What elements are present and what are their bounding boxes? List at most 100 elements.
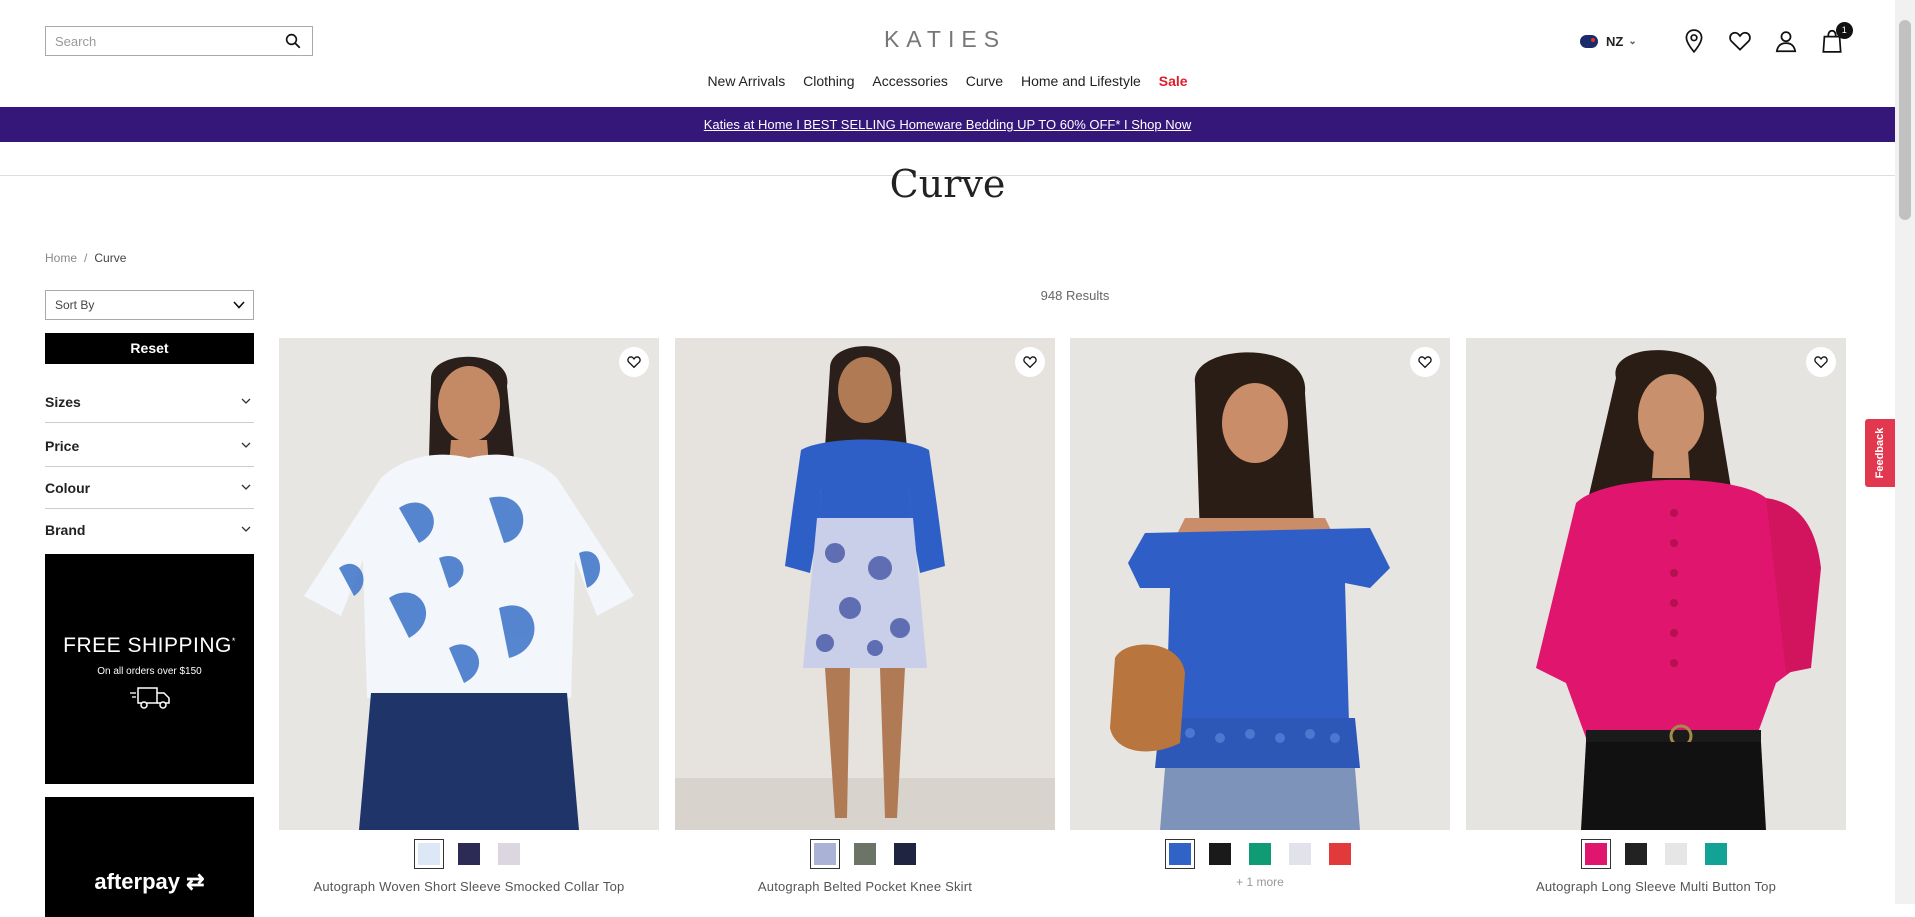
feedback-tab[interactable]: Feedback bbox=[1865, 419, 1895, 487]
afterpay-text: afterpay bbox=[94, 869, 181, 894]
swatch[interactable] bbox=[1245, 839, 1275, 869]
swatch[interactable] bbox=[810, 839, 840, 869]
search-icon[interactable] bbox=[284, 32, 302, 50]
breadcrumb-separator: / bbox=[84, 251, 88, 265]
swatch[interactable] bbox=[1581, 839, 1611, 869]
scrollbar-thumb[interactable] bbox=[1899, 20, 1911, 220]
swatch[interactable] bbox=[1701, 839, 1731, 869]
swatch[interactable] bbox=[890, 839, 920, 869]
header-actions: NZ ⌄ 1 bbox=[1580, 22, 1853, 58]
swatch-colour bbox=[1249, 843, 1271, 865]
colour-swatches bbox=[279, 839, 659, 869]
page-title: Curve bbox=[889, 162, 1006, 206]
swatch-colour bbox=[458, 843, 480, 865]
filter-label: Sizes bbox=[45, 394, 81, 410]
locale-label: NZ bbox=[1606, 33, 1624, 49]
product-name[interactable]: Autograph Woven Short Sleeve Smocked Col… bbox=[279, 879, 659, 894]
product-card[interactable]: Autograph Long Sleeve Multi Button Top bbox=[1466, 338, 1846, 894]
product-name[interactable]: Autograph Long Sleeve Multi Button Top bbox=[1466, 879, 1846, 894]
swatch-colour bbox=[1329, 843, 1351, 865]
swatch[interactable] bbox=[414, 839, 444, 869]
product-image[interactable] bbox=[1466, 338, 1846, 830]
chevron-down-icon bbox=[241, 442, 251, 448]
swatch-colour bbox=[1665, 843, 1687, 865]
search-box[interactable] bbox=[45, 26, 313, 56]
swatch[interactable] bbox=[1621, 839, 1651, 869]
swatch-colour bbox=[1705, 843, 1727, 865]
swatch[interactable] bbox=[1205, 839, 1235, 869]
swatch-colour bbox=[418, 843, 440, 865]
cart-icon[interactable]: 1 bbox=[1819, 22, 1853, 54]
product-card[interactable]: + 1 more bbox=[1070, 338, 1450, 899]
more-swatches-link[interactable]: + 1 more bbox=[1070, 875, 1450, 889]
wishlist-heart-icon[interactable] bbox=[1410, 347, 1440, 377]
search-input[interactable] bbox=[46, 27, 266, 55]
shipping-title: FREE SHIPPING* bbox=[45, 634, 254, 658]
chevron-down-icon bbox=[241, 526, 251, 532]
site-header: KATIES NZ ⌄ 1 New Arrivals Clothing Acce… bbox=[0, 0, 1895, 106]
swatch[interactable] bbox=[494, 839, 524, 869]
filter-sizes[interactable]: Sizes bbox=[45, 381, 254, 423]
swatch[interactable] bbox=[1165, 839, 1195, 869]
swatch-colour bbox=[1289, 843, 1311, 865]
swatch-colour bbox=[498, 843, 520, 865]
colour-swatches bbox=[675, 839, 1055, 869]
swatch-colour bbox=[814, 843, 836, 865]
shipping-asterisk: * bbox=[231, 636, 236, 646]
swatch[interactable] bbox=[1661, 839, 1691, 869]
main-nav: New Arrivals Clothing Accessories Curve … bbox=[0, 73, 1895, 89]
product-name[interactable]: Autograph Belted Pocket Knee Skirt bbox=[675, 879, 1055, 894]
afterpay-arrows-icon: ⇄ bbox=[186, 869, 205, 894]
filter-price[interactable]: Price bbox=[45, 425, 254, 467]
filter-label: Colour bbox=[45, 480, 91, 496]
wishlist-heart-icon[interactable] bbox=[1015, 347, 1045, 377]
locale-selector[interactable]: NZ ⌄ bbox=[1580, 34, 1637, 49]
nav-accessories[interactable]: Accessories bbox=[872, 73, 947, 89]
chevron-down-icon: ⌄ bbox=[1628, 35, 1637, 47]
breadcrumb-current: Curve bbox=[94, 251, 127, 265]
product-image[interactable] bbox=[279, 338, 659, 830]
scrollbar[interactable] bbox=[1895, 0, 1915, 904]
nav-clothing[interactable]: Clothing bbox=[803, 73, 854, 89]
wishlist-heart-icon[interactable] bbox=[619, 347, 649, 377]
product-image[interactable] bbox=[675, 338, 1055, 830]
free-shipping-banner[interactable]: FREE SHIPPING* On all orders over $150 bbox=[45, 554, 254, 784]
nav-sale[interactable]: Sale bbox=[1159, 73, 1188, 89]
product-image[interactable] bbox=[1070, 338, 1450, 830]
filter-label: Brand bbox=[45, 522, 86, 538]
sort-label: Sort By bbox=[55, 298, 95, 312]
swatch[interactable] bbox=[1285, 839, 1315, 869]
wishlist-icon[interactable] bbox=[1727, 28, 1753, 54]
afterpay-banner[interactable]: afterpay ⇄ bbox=[45, 797, 254, 917]
site-logo[interactable]: KATIES bbox=[880, 26, 1010, 53]
results-count: 948 Results bbox=[1040, 288, 1110, 303]
nav-home-lifestyle[interactable]: Home and Lifestyle bbox=[1021, 73, 1141, 89]
nav-curve[interactable]: Curve bbox=[966, 73, 1003, 89]
promo-link[interactable]: Katies at Home I BEST SELLING Homeware B… bbox=[704, 117, 1191, 132]
cart-count-badge: 1 bbox=[1835, 22, 1853, 39]
swatch[interactable] bbox=[1325, 839, 1355, 869]
swatch[interactable] bbox=[454, 839, 484, 869]
store-locator-icon[interactable] bbox=[1681, 28, 1707, 54]
filter-brand[interactable]: Brand bbox=[45, 509, 254, 551]
colour-swatches bbox=[1466, 839, 1846, 869]
colour-swatches bbox=[1070, 839, 1450, 869]
product-card[interactable]: Autograph Belted Pocket Knee Skirt bbox=[675, 338, 1055, 894]
filter-label: Price bbox=[45, 438, 80, 454]
promo-banner: Katies at Home I BEST SELLING Homeware B… bbox=[0, 107, 1895, 142]
swatch-colour bbox=[894, 843, 916, 865]
truck-icon bbox=[45, 685, 254, 716]
wishlist-heart-icon[interactable] bbox=[1806, 347, 1836, 377]
filter-colour[interactable]: Colour bbox=[45, 467, 254, 509]
shipping-title-text: FREE SHIPPING bbox=[63, 634, 232, 657]
swatch-colour bbox=[1625, 843, 1647, 865]
nav-new-arrivals[interactable]: New Arrivals bbox=[707, 73, 785, 89]
account-icon[interactable] bbox=[1773, 28, 1799, 54]
swatch[interactable] bbox=[850, 839, 880, 869]
swatch-colour bbox=[854, 843, 876, 865]
breadcrumb-home[interactable]: Home bbox=[45, 251, 77, 265]
reset-button[interactable]: Reset bbox=[45, 333, 254, 364]
product-card[interactable]: Autograph Woven Short Sleeve Smocked Col… bbox=[279, 338, 659, 894]
chevron-down-icon bbox=[241, 398, 251, 404]
sort-dropdown[interactable]: Sort By bbox=[45, 290, 254, 320]
